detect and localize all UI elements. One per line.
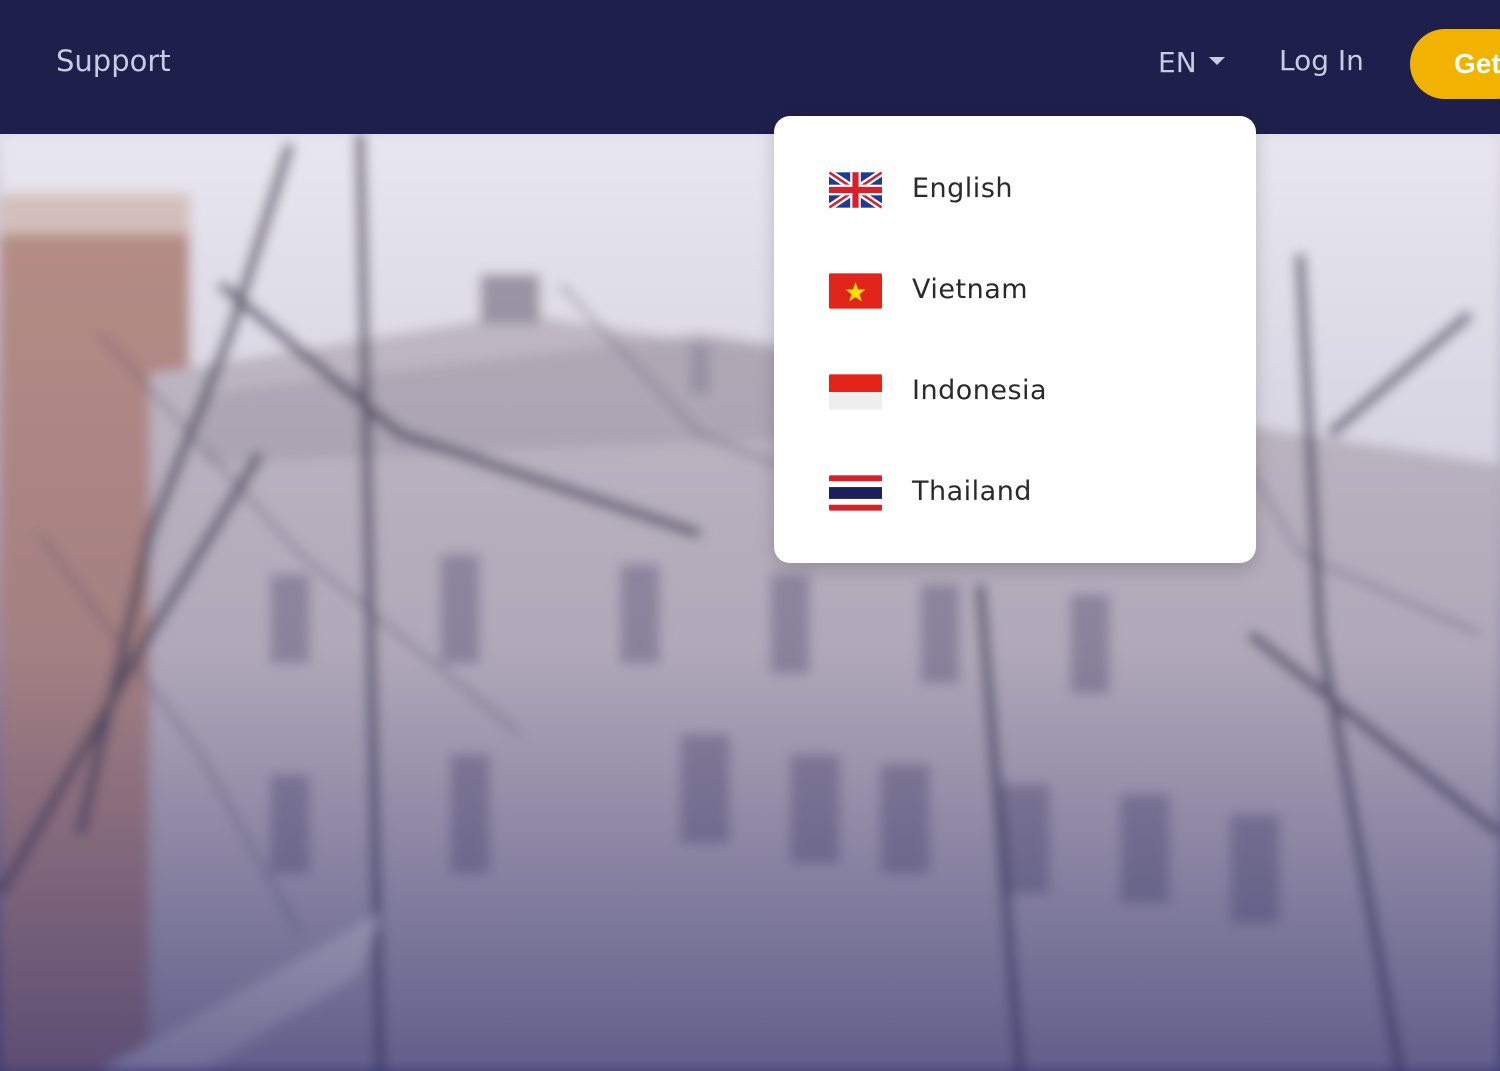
support-link[interactable]: Support	[56, 44, 171, 78]
language-option-indonesia[interactable]: Indonesia	[774, 352, 1256, 432]
caret-down-icon	[1208, 57, 1225, 65]
login-link[interactable]: Log In	[1279, 44, 1364, 77]
hero-background-image	[0, 134, 1500, 1071]
uk-flag-icon	[829, 171, 882, 209]
indonesia-flag-icon	[829, 373, 882, 411]
language-option-english[interactable]: English	[774, 150, 1256, 230]
language-option-vietnam[interactable]: Vietnam	[774, 251, 1256, 331]
language-label: Vietnam	[912, 274, 1029, 305]
language-selector[interactable]: EN	[1158, 46, 1225, 79]
language-dropdown-menu: English Vietnam Indonesia Thailand	[774, 116, 1256, 563]
language-label: English	[912, 173, 1013, 204]
blurred-building-photo	[0, 134, 1500, 1071]
language-label: Thailand	[912, 476, 1032, 507]
thailand-flag-icon	[829, 474, 882, 512]
get-started-button[interactable]: Get	[1410, 29, 1500, 99]
language-option-thailand[interactable]: Thailand	[774, 453, 1256, 533]
language-code: EN	[1158, 46, 1197, 79]
vietnam-flag-icon	[829, 272, 882, 310]
language-label: Indonesia	[912, 375, 1048, 406]
top-navbar: Support EN Log In Get	[0, 0, 1500, 134]
